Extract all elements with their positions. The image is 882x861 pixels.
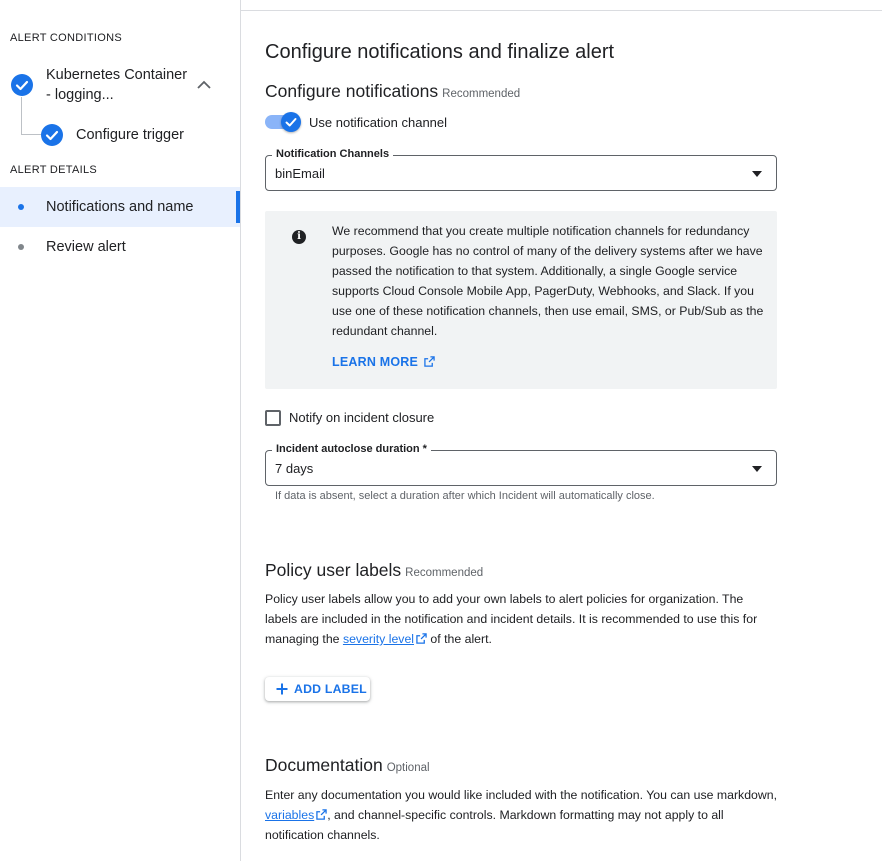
- plus-icon: [276, 683, 288, 695]
- toggle-knob: [281, 112, 301, 132]
- notifications-heading-text: Configure notifications: [265, 81, 439, 101]
- external-link-icon: [423, 356, 435, 367]
- labels-text-before: Policy user labels allow you to add your…: [265, 592, 758, 646]
- notify-closure-label: Notify on incident closure: [289, 410, 435, 425]
- alert-conditions-title: ALERT CONDITIONS: [10, 32, 122, 44]
- active-dot-icon: [18, 204, 24, 210]
- variables-link[interactable]: variables: [265, 808, 314, 822]
- labels-text-after: of the alert.: [427, 632, 492, 646]
- documentation-heading: Documentation Optional: [265, 755, 430, 776]
- notification-channels-value: binEmail: [275, 166, 325, 181]
- documentation-heading-text: Documentation: [265, 755, 383, 775]
- condition-label-line2: - logging...: [46, 87, 114, 103]
- documentation-description: Enter any documentation you would like i…: [265, 785, 777, 845]
- info-icon: i: [292, 230, 306, 244]
- notifications-heading: Configure notifications Recommended: [265, 81, 520, 102]
- notify-closure-checkbox[interactable]: [265, 410, 281, 426]
- sidebar-item-condition[interactable]: Kubernetes Container - logging...: [46, 65, 187, 105]
- external-link-icon: [316, 809, 327, 820]
- top-divider: [240, 10, 882, 11]
- add-label-text: ADD LABEL: [294, 682, 367, 696]
- recommended-tag: Recommended: [405, 567, 484, 579]
- recommended-tag: Recommended: [442, 88, 521, 100]
- learn-more-link[interactable]: LEARN MORE: [332, 355, 435, 369]
- dropdown-arrow-icon: [752, 466, 762, 472]
- sidebar-item-notifications[interactable]: Notifications and name: [0, 187, 240, 227]
- page-title: Configure notifications and finalize ale…: [265, 41, 615, 63]
- alert-details-title: ALERT DETAILS: [10, 164, 98, 176]
- toggle-label: Use notification channel: [309, 115, 448, 130]
- variables-link-text: variables: [265, 808, 315, 822]
- dropdown-arrow-icon: [752, 171, 762, 177]
- severity-level-link[interactable]: severity level: [343, 632, 414, 646]
- autoclose-helper-text: If data is absent, select a duration aft…: [275, 490, 655, 502]
- condition-complete-check-icon: [11, 74, 33, 96]
- doc-text-after: , and channel-specific controls. Markdow…: [265, 808, 724, 842]
- sidebar-item-label: Notifications and name: [46, 199, 194, 215]
- info-text: We recommend that you create multiple no…: [332, 224, 764, 338]
- condition-label-line1: Kubernetes Container: [46, 67, 188, 83]
- notification-channels-select[interactable]: Notification Channels binEmail: [265, 148, 777, 191]
- labels-heading: Policy user labels Recommended: [265, 560, 483, 581]
- learn-more-label: LEARN MORE: [332, 355, 419, 369]
- sidebar-stepper: ALERT CONDITIONS Kubernetes Container - …: [0, 0, 241, 861]
- severity-level-link-text: severity level: [342, 632, 415, 646]
- chevron-up-icon[interactable]: [195, 77, 213, 93]
- inactive-dot-icon: [18, 244, 24, 250]
- labels-description: Policy user labels allow you to add your…: [265, 589, 777, 649]
- autoclose-legend: Incident autoclose duration *: [272, 443, 431, 455]
- autoclose-duration-select[interactable]: Incident autoclose duration * 7 days: [265, 443, 777, 486]
- external-link-icon: [416, 633, 427, 644]
- sidebar-item-label: Review alert: [46, 239, 126, 255]
- optional-tag: Optional: [386, 762, 430, 774]
- sidebar-item-configure-trigger[interactable]: Configure trigger: [76, 125, 184, 145]
- notification-channel-toggle[interactable]: [265, 112, 301, 132]
- notification-channels-legend: Notification Channels: [272, 148, 394, 160]
- autoclose-value: 7 days: [275, 461, 314, 476]
- trigger-complete-check-icon: [41, 124, 63, 146]
- doc-text-before: Enter any documentation you would like i…: [265, 788, 778, 802]
- add-label-button[interactable]: ADD LABEL: [265, 677, 370, 701]
- labels-heading-text: Policy user labels: [265, 560, 402, 580]
- sidebar-item-review-alert[interactable]: Review alert: [0, 227, 240, 267]
- tree-connector: [21, 97, 41, 135]
- info-callout: i We recommend that you create multiple …: [265, 211, 777, 389]
